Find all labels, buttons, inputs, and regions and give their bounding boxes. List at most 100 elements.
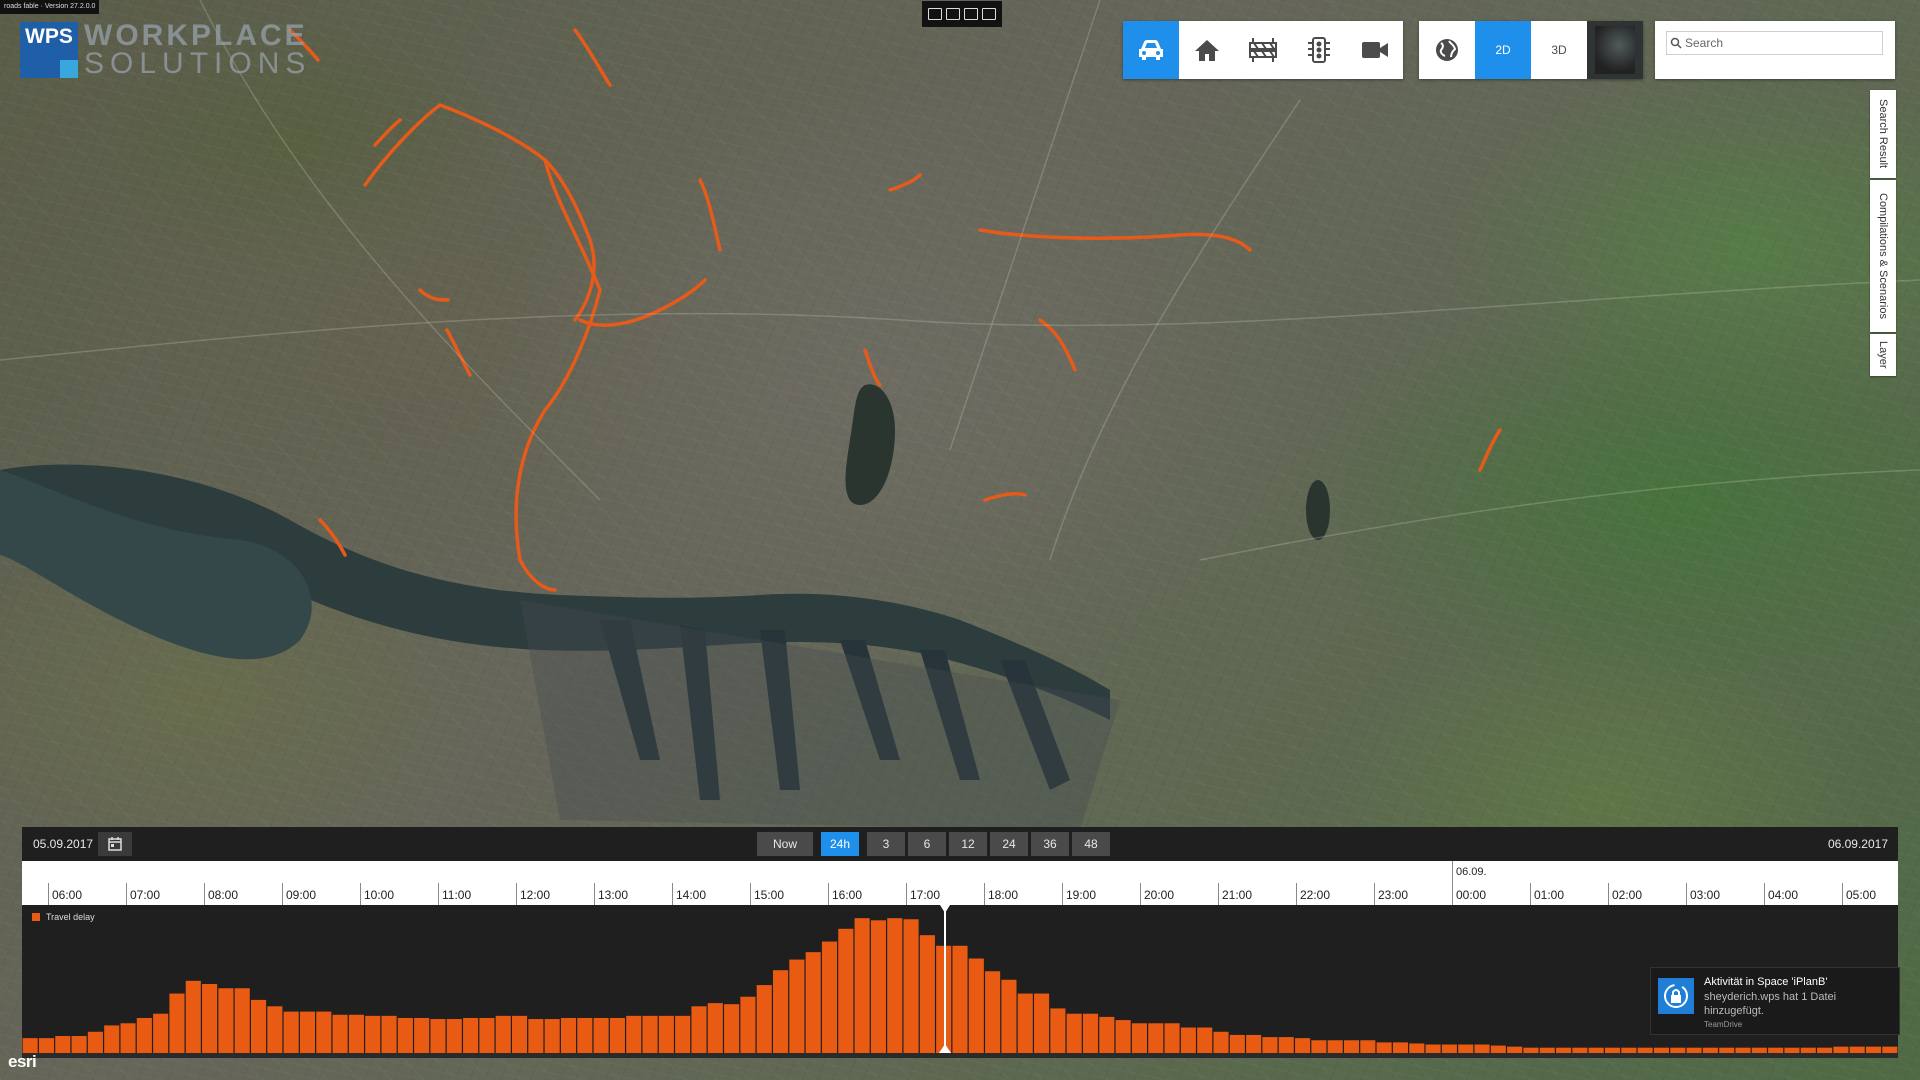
delay-bar	[968, 958, 984, 1053]
delay-bar	[789, 959, 805, 1053]
traffic-lights-button[interactable]	[1291, 21, 1347, 79]
delay-bar	[1082, 1013, 1099, 1053]
notification-title: Aktivität in Space 'iPlanB'	[1704, 976, 1828, 988]
legend-swatch	[32, 913, 40, 921]
delay-bar	[104, 1025, 120, 1053]
delay-bar	[952, 945, 968, 1053]
hour-tick	[1062, 883, 1063, 905]
range-24h-button[interactable]: 24h	[821, 832, 859, 856]
delay-bar	[55, 1036, 71, 1053]
delay-bar	[1246, 1034, 1262, 1053]
traffic-light-icon	[1308, 37, 1330, 63]
mode-toolbar	[1123, 21, 1403, 79]
hour-label: 19:00	[1066, 888, 1097, 902]
timeline-header: 05.09.2017 Now 24h 3 6 12 24 36 48 06.09…	[22, 827, 1898, 861]
travel-delay-chart[interactable]: Travel delay	[22, 905, 1898, 1053]
delay-bar	[250, 999, 267, 1053]
timeline-scrollbar[interactable]	[22, 1053, 1898, 1058]
delay-bar	[136, 1017, 152, 1053]
delay-bar	[1490, 1045, 1506, 1053]
tab-search-result[interactable]: Search Result	[1870, 90, 1896, 178]
hour-tick	[126, 883, 127, 905]
delay-bar	[626, 1015, 642, 1053]
traffic-mode-button[interactable]	[1123, 21, 1179, 79]
delay-bar	[887, 918, 903, 1053]
delay-bar	[153, 1013, 169, 1053]
hour-tick	[594, 883, 595, 905]
hour-tick	[360, 883, 361, 905]
hour-label: 05:00	[1846, 888, 1877, 902]
delay-bar	[1262, 1037, 1278, 1053]
range-buttons: Now 24h 3 6 12 24 36 48	[757, 832, 1113, 856]
range-48-button[interactable]: 48	[1072, 832, 1110, 856]
delay-bar	[560, 1017, 577, 1053]
time-cursor-handle-top[interactable]	[940, 905, 950, 913]
delay-bar	[1295, 1038, 1311, 1053]
roadworks-button[interactable]	[1235, 21, 1291, 79]
range-24-button[interactable]: 24	[990, 832, 1028, 856]
hour-tick	[984, 883, 985, 905]
delay-bar	[1278, 1037, 1294, 1053]
legend-label: Travel delay	[46, 912, 95, 922]
logo-line2: SOLUTIONS	[84, 47, 312, 80]
globe-button[interactable]	[1419, 21, 1475, 79]
delay-bar	[332, 1014, 348, 1053]
search-icon	[1667, 34, 1685, 52]
view-3d-button[interactable]: 3D	[1531, 21, 1587, 79]
map-tools-bar	[922, 1, 1002, 27]
hour-label: 14:00	[676, 888, 707, 902]
range-12-button[interactable]: 12	[949, 832, 987, 856]
hour-label: 00:00	[1456, 888, 1487, 902]
delay-bar	[609, 1017, 625, 1053]
range-36-button[interactable]: 36	[1031, 832, 1069, 856]
select-tool-icon[interactable]	[964, 8, 978, 20]
draw-tool-icon[interactable]	[946, 8, 960, 20]
tab-layer[interactable]: Layer	[1870, 334, 1896, 376]
logo-abbr: WPS	[25, 25, 73, 48]
hour-tick	[1764, 883, 1765, 905]
delay-bar	[658, 1015, 674, 1053]
hour-label: 09:00	[286, 888, 317, 902]
delay-bar	[577, 1017, 593, 1053]
delay-bar	[724, 1004, 740, 1053]
hour-tick	[1296, 883, 1297, 905]
tab-layer-label: Layer	[1877, 341, 1889, 369]
hour-tick	[672, 883, 673, 905]
view-2d-button[interactable]: 2D	[1475, 21, 1531, 79]
edit-tool-icon[interactable]	[928, 8, 942, 20]
search-box	[1666, 31, 1883, 55]
hour-label: 07:00	[130, 888, 161, 902]
delay-bar	[202, 984, 218, 1053]
delay-bar	[593, 1017, 609, 1053]
timeline-end-date: 06.09.2017	[1827, 837, 1888, 851]
delay-bar	[1148, 1023, 1164, 1053]
hour-label: 08:00	[208, 888, 239, 902]
logo-wordmark: WORKPLACE SOLUTIONS	[84, 21, 312, 80]
timeline-axis[interactable]: 06.09. 06:00 07:00 08:00 09:00 10:00 11:00 12:…	[22, 861, 1898, 905]
hour-tick	[1686, 883, 1687, 905]
timeline-start-date: 05.09.2017	[33, 837, 94, 851]
home-button[interactable]	[1179, 21, 1235, 79]
delay-bar	[675, 1015, 691, 1053]
notification-toast[interactable]: Aktivität in Space 'iPlanB' sheyderich.w…	[1650, 967, 1900, 1035]
range-3-button[interactable]: 3	[867, 832, 905, 856]
hour-label: 03:00	[1690, 888, 1721, 902]
tab-search-result-label: Search Result	[1877, 99, 1889, 169]
measure-tool-icon[interactable]	[982, 8, 996, 20]
delay-bar	[691, 1006, 707, 1053]
travel-delay-chart-svg	[22, 905, 1898, 1053]
search-input[interactable]	[1685, 33, 1875, 53]
basemap-button[interactable]	[1587, 21, 1643, 79]
delay-bar	[985, 971, 1001, 1053]
hour-label: 12:00	[520, 888, 551, 902]
range-6-button[interactable]: 6	[908, 832, 946, 856]
delay-bar	[544, 1019, 560, 1053]
tab-compilations-scenarios[interactable]: Compilations & Scenarios	[1870, 180, 1896, 332]
hour-tick	[750, 883, 751, 905]
cameras-button[interactable]	[1347, 21, 1403, 79]
delay-bar	[299, 1011, 316, 1053]
delay-bar	[495, 1015, 511, 1053]
calendar-button[interactable]	[98, 832, 132, 856]
delay-bar	[1099, 1016, 1115, 1053]
now-button[interactable]: Now	[757, 832, 813, 856]
